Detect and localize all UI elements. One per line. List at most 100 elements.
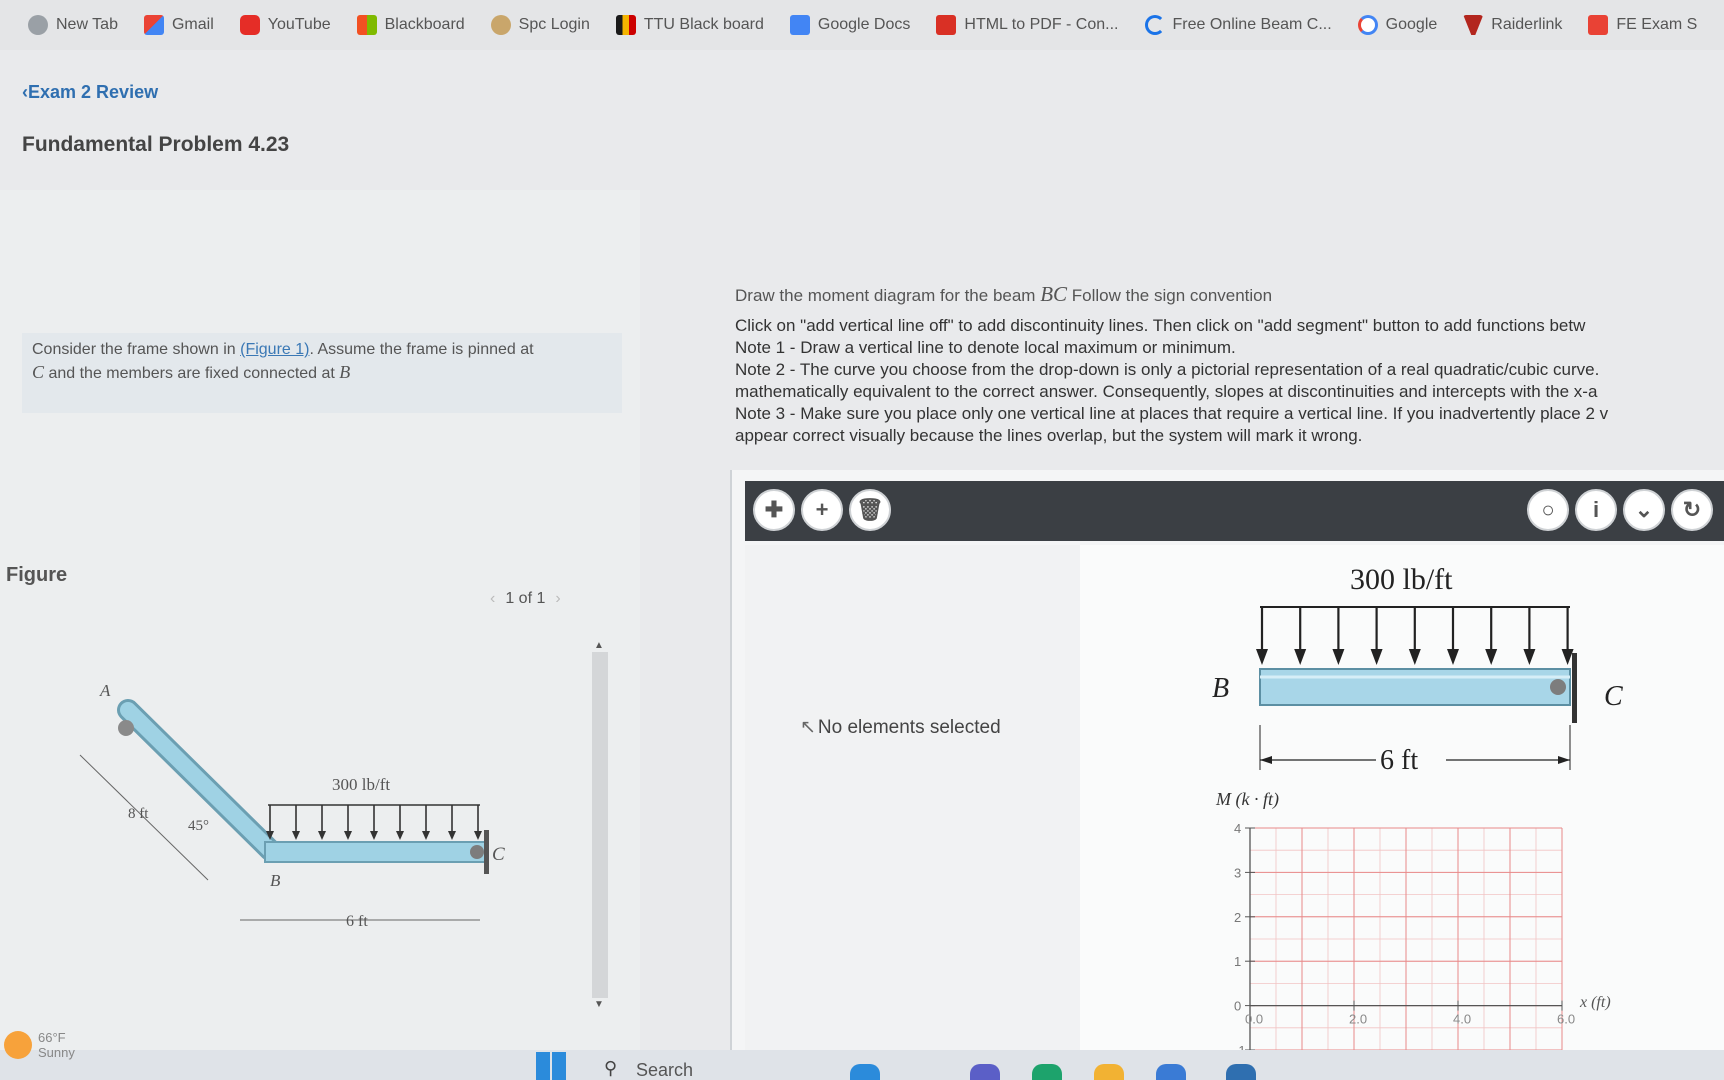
y-tick-label: -1: [1234, 1043, 1246, 1050]
load-arrowhead: [1485, 649, 1498, 665]
y-axis-title: M (k · ft): [1215, 789, 1279, 810]
y-tick-label: 4: [1234, 821, 1241, 836]
load-arrowhead: [1447, 649, 1459, 665]
load-arrowhead: [396, 831, 404, 840]
taskbar-app-icon[interactable]: [850, 1064, 880, 1080]
load-arrowhead: [1332, 649, 1345, 665]
prev-figure-icon[interactable]: ‹: [490, 590, 495, 607]
gmail-icon: [143, 15, 164, 35]
x-tick-label: 6.0: [1557, 1012, 1575, 1027]
label-len-ab: 8 ft: [128, 806, 149, 822]
beam-bc: [1259, 668, 1571, 706]
scrollbar-thumb[interactable]: [592, 652, 608, 998]
reset-button[interactable]: ↻: [1671, 489, 1713, 531]
wall-c: [1572, 653, 1577, 723]
label-angle: 45°: [188, 818, 209, 834]
expand-button[interactable]: ⌄: [1623, 489, 1665, 531]
load-arrowhead: [1256, 649, 1268, 665]
properties-panel: [745, 545, 1080, 1050]
load-arrowhead: [1294, 649, 1307, 665]
taskbar-app-icon[interactable]: [970, 1064, 1000, 1080]
x-tick-label: 2.0: [1349, 1012, 1367, 1027]
bookmark-google[interactable]: Google: [1357, 15, 1437, 35]
instruction-line: Note 1 - Draw a vertical line to denote …: [735, 338, 1236, 357]
bookmarks-bar: New Tab Gmail YouTube Blackboard Spc Log…: [0, 0, 1724, 50]
bookmark-fe-exam[interactable]: FE Exam S: [1588, 15, 1697, 35]
google-docs-icon: [789, 15, 810, 35]
taskbar-app-icon[interactable]: [1156, 1064, 1186, 1080]
back-link[interactable]: ‹Exam 2 Review: [22, 82, 158, 103]
google-icon: [1357, 15, 1378, 35]
search-icon[interactable]: ⚲: [604, 1058, 617, 1079]
vertical-line-icon: ✚: [764, 497, 784, 522]
chevron-down-icon: ⌄: [1634, 497, 1654, 522]
load-arrowhead: [474, 831, 482, 840]
load-arrowhead: [1561, 649, 1574, 665]
hint-button[interactable]: ○: [1527, 489, 1569, 531]
instruction-heading: Draw the moment diagram for the beam BC …: [735, 282, 1273, 306]
x-axis-title: x (ft): [1579, 994, 1611, 1011]
bookmark-raiderlink[interactable]: Raiderlink: [1463, 15, 1562, 35]
page-title: Fundamental Problem 4.23: [22, 133, 290, 156]
no-selection-text: No elements selected: [800, 716, 1001, 739]
load-arrowhead: [344, 831, 352, 840]
problem-statement: Consider the frame shown in (Figure 1). …: [22, 333, 622, 413]
label-a: A: [99, 681, 111, 700]
taskbar-app-icon[interactable]: [1032, 1064, 1062, 1080]
youtube-icon: [239, 15, 260, 35]
moment-plot-grid[interactable]: [1249, 827, 1563, 1050]
load-arrowhead: [422, 831, 430, 840]
pin-c: [470, 845, 484, 859]
trash-icon: 🗑: [856, 497, 884, 522]
figure-link[interactable]: (Figure 1): [240, 341, 309, 358]
bookmark-google-docs[interactable]: Google Docs: [789, 15, 910, 35]
fe-exam-icon: [1588, 15, 1609, 35]
weather-widget[interactable]: 66°F Sunny: [4, 1030, 75, 1060]
spc-login-icon: [490, 15, 511, 35]
bookmark-beam-calculator[interactable]: Free Online Beam C...: [1144, 15, 1332, 35]
scroll-up-icon[interactable]: ▲: [594, 640, 604, 651]
label-c: C: [1604, 681, 1623, 712]
load-label: 300 lb/ft: [1350, 563, 1453, 596]
bookmark-spc-login[interactable]: Spc Login: [490, 15, 590, 35]
y-tick-label: 3: [1234, 865, 1241, 880]
bookmark-new-tab[interactable]: New Tab: [28, 15, 118, 35]
bookmark-blackboard[interactable]: Blackboard: [356, 15, 465, 35]
windows-start-icon[interactable]: [536, 1052, 566, 1080]
bookmark-gmail[interactable]: Gmail: [143, 15, 214, 35]
frame-figure: A 8 ft 45° 300 lb/ft B C 6 ft: [79, 681, 505, 930]
figure-scrollbar[interactable]: ▲ ▼: [590, 640, 610, 1010]
load-arrowhead: [318, 831, 326, 840]
instruction-line: Note 3 - Make sure you place only one ve…: [735, 404, 1609, 423]
taskbar-app-icon[interactable]: [1094, 1064, 1124, 1080]
reset-icon: ↻: [1682, 497, 1702, 522]
tool-toolbar: ✚ + 🗑 ○ i ⌄ ↻: [745, 481, 1724, 541]
instruction-line: mathematically equivalent to the correct…: [735, 382, 1598, 401]
load-arrowhead: [1370, 649, 1383, 665]
info-button[interactable]: i: [1575, 489, 1617, 531]
pdf-icon: [936, 15, 957, 35]
taskbar-app-icon[interactable]: [1226, 1064, 1256, 1080]
y-tick-label: 1: [1234, 954, 1241, 969]
label-load: 300 lb/ft: [332, 775, 390, 794]
instruction-line: Click on "add vertical line off" to add …: [735, 316, 1586, 335]
load-arrowhead: [370, 831, 378, 840]
add-segment-button[interactable]: +: [801, 489, 843, 531]
lightbulb-icon: ○: [1541, 497, 1555, 522]
bookmark-youtube[interactable]: YouTube: [239, 15, 331, 35]
ttu-icon: [615, 15, 636, 35]
sun-icon: [4, 1031, 32, 1059]
member-bc: [264, 841, 486, 863]
scroll-down-icon[interactable]: ▼: [594, 999, 604, 1010]
delete-button[interactable]: 🗑: [849, 489, 891, 531]
add-vertical-line-button[interactable]: ✚: [753, 489, 795, 531]
next-figure-icon[interactable]: ›: [555, 590, 560, 607]
y-tick-label: 2: [1234, 910, 1241, 925]
new-tab-icon: [28, 15, 48, 35]
beam-and-moment-plot: 300 lb/ft B C 6 ft M (k · ft) x (ft) 4 3 2…: [1212, 563, 1623, 1050]
raiderlink-icon: [1463, 15, 1484, 35]
load-arrowhead: [1408, 649, 1421, 665]
bookmark-html-pdf[interactable]: HTML to PDF - Con...: [936, 15, 1119, 35]
taskbar-search[interactable]: Search: [636, 1060, 693, 1080]
bookmark-ttu[interactable]: TTU Black board: [615, 15, 764, 35]
